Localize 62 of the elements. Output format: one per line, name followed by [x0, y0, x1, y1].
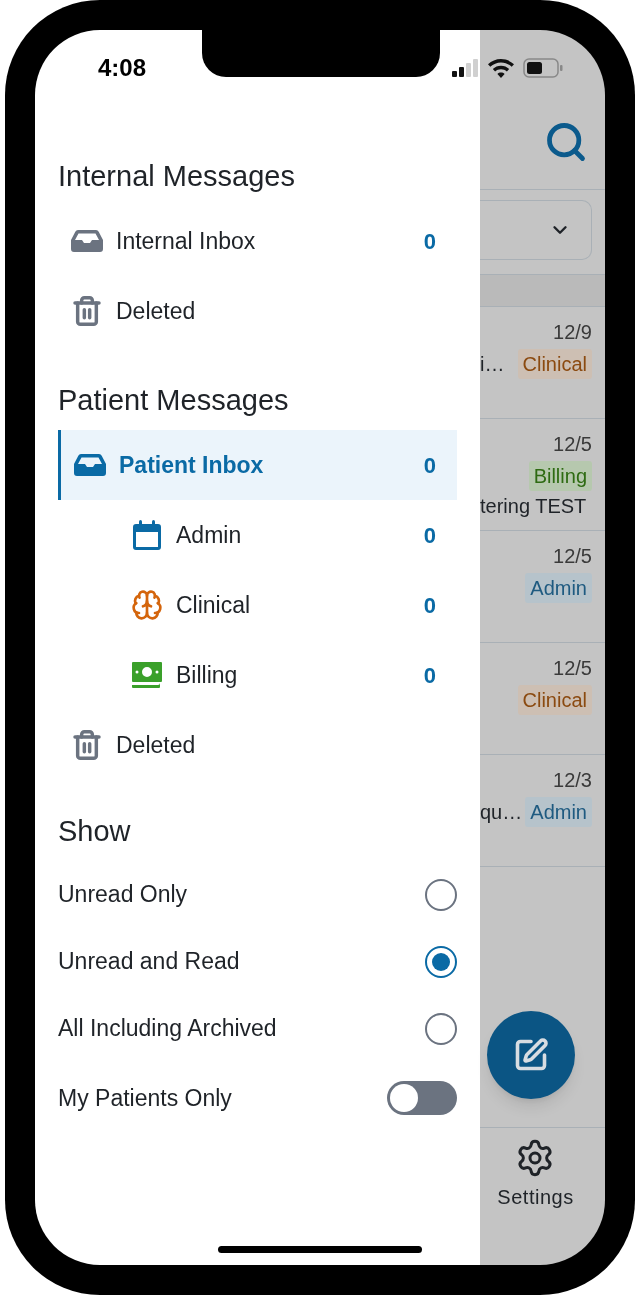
inbox-icon — [73, 453, 107, 477]
message-date: 12/5 — [553, 432, 592, 457]
wifi-icon — [488, 58, 514, 78]
message-row[interactable]: 12/5 Admin — [480, 531, 605, 643]
drawer-item[interactable]: Clinical 0 — [58, 570, 457, 640]
calendar-icon — [133, 520, 161, 550]
item-label: Clinical — [176, 590, 252, 620]
drawer-item[interactable]: Patient Inbox 0 — [58, 430, 457, 500]
section-heading: Patient Messages — [58, 383, 290, 418]
drawer-item[interactable]: Deleted — [58, 276, 457, 346]
message-date: 12/3 — [553, 768, 592, 793]
item-label: Billing — [176, 660, 239, 690]
option-label: Unread and Read — [58, 947, 240, 977]
message-date: 12/9 — [553, 320, 592, 345]
category-tag: Admin — [525, 797, 592, 827]
message-snippet: i… — [480, 352, 505, 377]
item-count: 0 — [423, 521, 436, 550]
drawer-item[interactable]: Deleted — [58, 710, 457, 780]
drawer-item[interactable]: Internal Inbox 0 — [58, 206, 457, 276]
section-heading: Internal Messages — [58, 159, 296, 194]
trash-icon — [71, 295, 103, 327]
section-heading: Show — [58, 814, 132, 849]
category-tag: Clinical — [517, 349, 592, 379]
brain-icon — [131, 589, 163, 621]
item-label: Internal Inbox — [116, 226, 257, 256]
settings-tab[interactable]: Settings — [497, 1138, 588, 1212]
radio-button[interactable] — [425, 1012, 457, 1045]
item-label: Deleted — [116, 296, 197, 326]
message-snippet: tering TEST — [480, 494, 587, 519]
category-tag: Billing — [528, 461, 592, 491]
category-tag: Admin — [525, 573, 592, 603]
category-tag: Clinical — [517, 685, 592, 715]
message-row[interactable]: 12/3 qu… Admin — [480, 755, 605, 867]
banknote-icon — [132, 661, 162, 689]
message-row[interactable]: 12/9 i… Clinical — [480, 307, 605, 419]
item-count: 0 — [423, 227, 436, 256]
message-snippet: qu… — [480, 800, 523, 825]
search-icon[interactable] — [544, 120, 588, 164]
message-row[interactable]: 12/5 Billing tering TEST — [480, 419, 605, 531]
trash-icon — [71, 729, 103, 761]
item-label: Deleted — [116, 730, 197, 760]
toggle-label: My Patients Only — [58, 1083, 232, 1113]
status-time: 4:08 — [98, 53, 147, 83]
option-label: All Including Archived — [58, 1014, 277, 1044]
drawer-item[interactable]: Billing 0 — [58, 640, 457, 710]
inbox-icon — [70, 229, 104, 253]
radio-button[interactable] — [425, 878, 457, 911]
item-label: Patient Inbox — [119, 450, 265, 480]
battery-icon — [523, 58, 563, 78]
message-row[interactable]: 12/5 Clinical — [480, 643, 605, 755]
radio-button[interactable] — [425, 945, 457, 978]
message-date: 12/5 — [553, 656, 592, 681]
toggle-switch[interactable] — [387, 1081, 457, 1115]
item-count: 0 — [423, 591, 436, 620]
drawer-item[interactable]: Admin 0 — [58, 500, 457, 570]
item-count: 0 — [423, 451, 436, 480]
signal-icon — [451, 59, 479, 77]
item-count: 0 — [423, 661, 436, 690]
item-label: Admin — [176, 520, 243, 550]
message-date: 12/5 — [553, 544, 592, 569]
option-label: Unread Only — [58, 880, 188, 910]
compose-icon — [513, 1037, 549, 1073]
